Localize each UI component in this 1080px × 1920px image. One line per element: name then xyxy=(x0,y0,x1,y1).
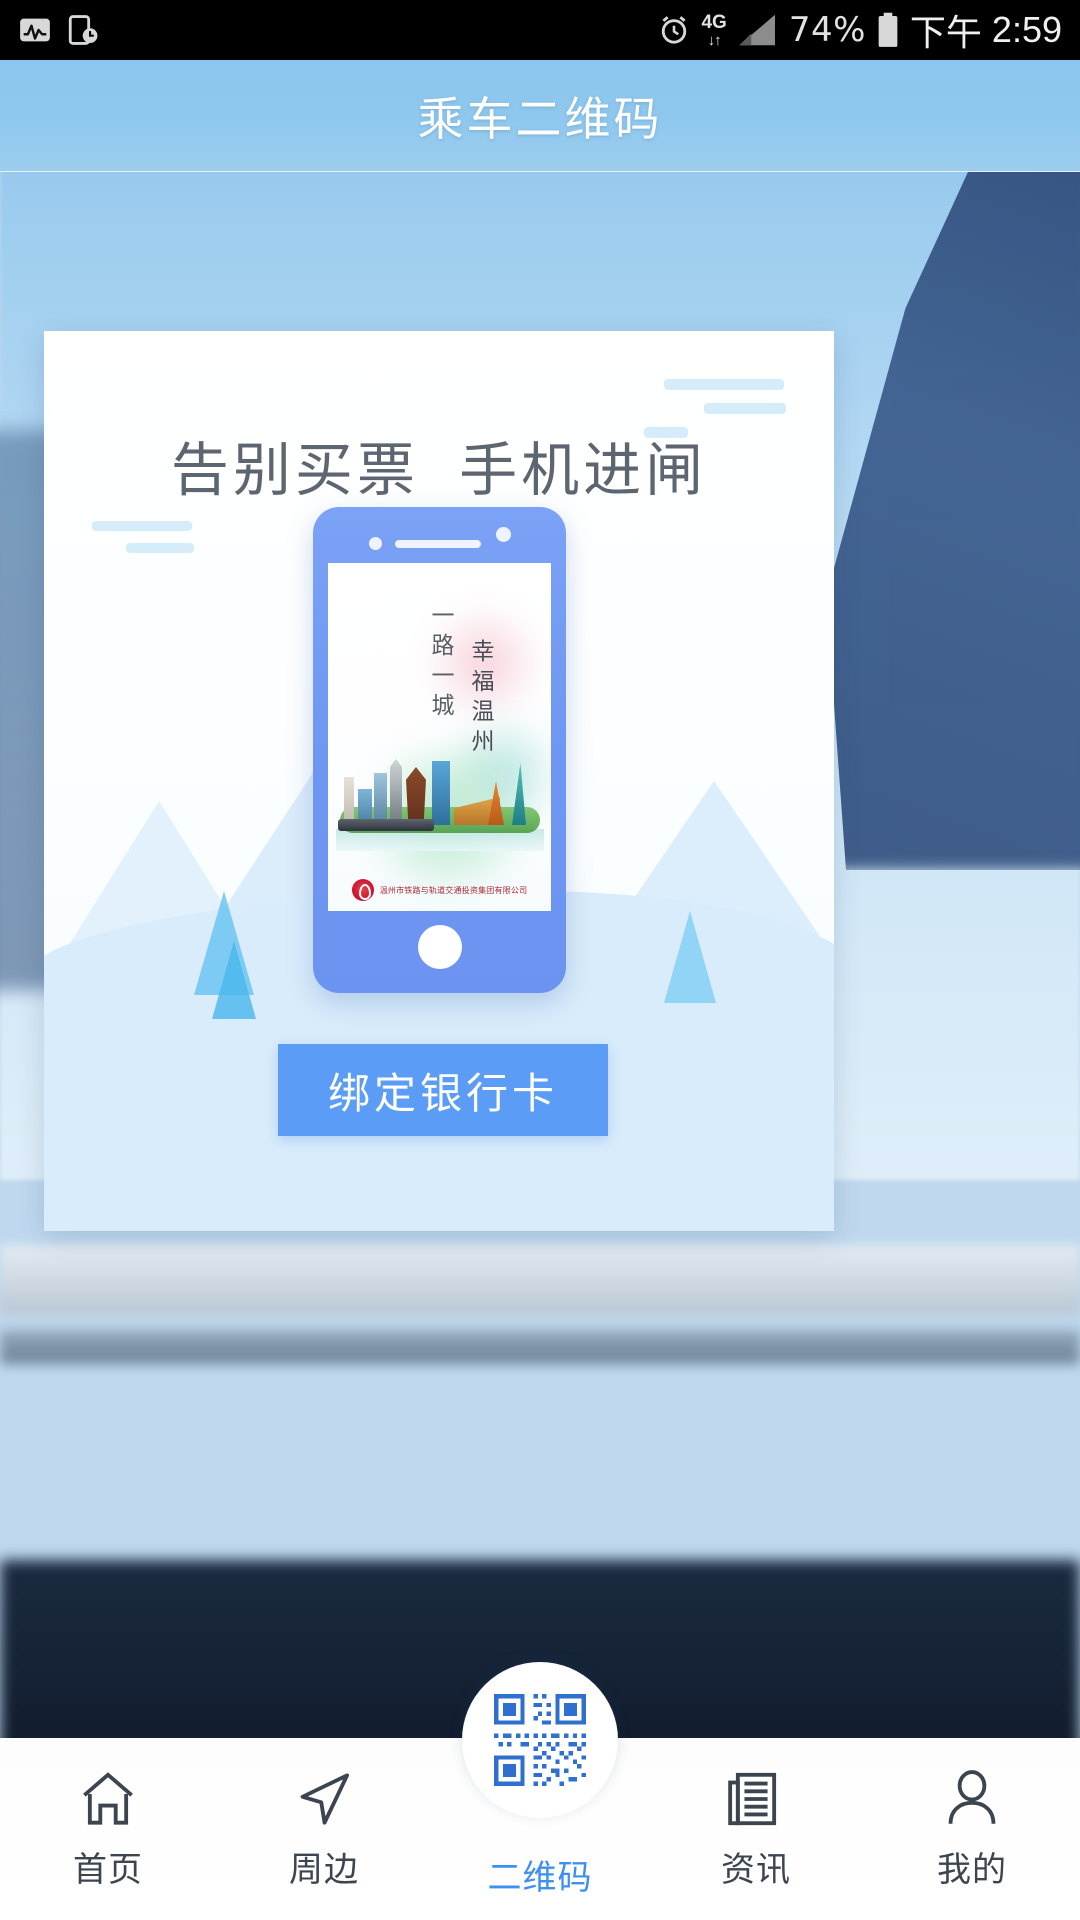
qr-code-icon xyxy=(494,1694,586,1786)
nav-label-profile: 我的 xyxy=(937,1851,1007,1889)
battery-percent-label: 74% xyxy=(788,10,866,50)
navigation-arrow-icon xyxy=(291,1762,357,1836)
nav-item-nearby[interactable]: 周边 xyxy=(216,1738,432,1920)
poster-company-name: 温州市铁路与轨道交通投资集团有限公司 xyxy=(379,885,528,895)
alarm-clock-icon xyxy=(662,16,687,44)
phone-camera-dot xyxy=(369,537,382,550)
status-bar-left-icons xyxy=(18,13,100,47)
page-title: 乘车二维码 xyxy=(417,92,663,145)
poster-text-column-right: 一路一城 xyxy=(428,603,454,723)
decor-streak xyxy=(664,379,784,390)
decor-streak xyxy=(92,521,192,531)
nav-item-home[interactable]: 首页 xyxy=(0,1738,216,1920)
status-bar: 4G ↓↑ 74% 下午 2:59 xyxy=(0,0,1080,60)
app-header: 乘车二维码 xyxy=(0,60,1080,172)
phone-screen-root: 4G ↓↑ 74% 下午 2:59 乘车二维码 告别买票 手机进闸 一路一城 幸… xyxy=(0,0,1080,1920)
signal-bars-icon xyxy=(739,14,775,46)
battery-icon xyxy=(878,12,898,47)
background-railing-lower xyxy=(0,1330,1080,1364)
skyline-tower xyxy=(512,763,526,825)
skyline-building xyxy=(432,761,450,825)
nav-label-news: 资讯 xyxy=(721,1851,791,1889)
activity-monitor-icon xyxy=(20,18,50,42)
network-traffic-arrows: ↓↑ xyxy=(707,31,722,49)
person-icon xyxy=(939,1762,1005,1836)
background-railing xyxy=(0,1245,1080,1315)
skyline-pagoda xyxy=(406,767,426,825)
phone-mockup: 一路一城 幸福温州 温州市铁路与轨道交通投资集团有限公司 xyxy=(313,507,566,993)
clock-period-label: 下午 xyxy=(909,12,982,53)
nav-label-nearby: 周边 xyxy=(289,1851,359,1889)
clock-time-label: 2:59 xyxy=(991,9,1062,50)
bind-bank-card-button[interactable]: 绑定银行卡 xyxy=(278,1044,608,1136)
status-bar-right-icons: 4G ↓↑ 74% 下午 2:59 xyxy=(657,4,1062,56)
nav-label-home: 首页 xyxy=(73,1851,143,1889)
skyline-train xyxy=(338,819,434,831)
decor-streak xyxy=(704,403,786,414)
wenzhou-rail-logo-icon xyxy=(351,879,374,901)
skyline-building xyxy=(344,777,354,825)
network-type-indicator: 4G ↓↑ xyxy=(701,13,726,48)
home-icon xyxy=(75,1762,141,1836)
skyline-building xyxy=(390,759,402,825)
bottom-navigation-bar: 首页 周边 二维码 资讯 我的 xyxy=(0,1662,1080,1920)
decor-tree xyxy=(664,911,716,1003)
phone-home-button xyxy=(417,925,462,969)
phone-poster: 一路一城 幸福温州 温州市铁路与轨道交通投资集团有限公司 xyxy=(328,563,551,911)
nav-label-qrcode: 二维码 xyxy=(487,1859,593,1897)
nav-item-profile[interactable]: 我的 xyxy=(864,1738,1080,1920)
poster-skyline-illustration xyxy=(336,731,544,851)
skyline-building xyxy=(374,773,387,825)
decor-tree xyxy=(212,941,256,1019)
screen-time-icon xyxy=(68,15,98,45)
nav-item-news[interactable]: 资讯 xyxy=(648,1738,864,1920)
card-headline: 告别买票 手机进闸 xyxy=(170,438,708,503)
poster-footer: 温州市铁路与轨道交通投资集团有限公司 xyxy=(328,879,551,901)
phone-speaker-slot xyxy=(395,540,481,548)
network-type-label: 4G xyxy=(701,11,727,33)
decor-streak xyxy=(126,543,194,553)
news-icon xyxy=(723,1762,789,1836)
nav-item-qrcode[interactable]: 二维码 xyxy=(432,1662,648,1920)
qr-intro-card: 告别买票 手机进闸 一路一城 幸福温州 温州市铁路与轨道交通投资集团有限公司 绑… xyxy=(44,331,834,1231)
phone-sensor-dot xyxy=(496,527,511,542)
qr-bubble[interactable] xyxy=(462,1662,618,1818)
